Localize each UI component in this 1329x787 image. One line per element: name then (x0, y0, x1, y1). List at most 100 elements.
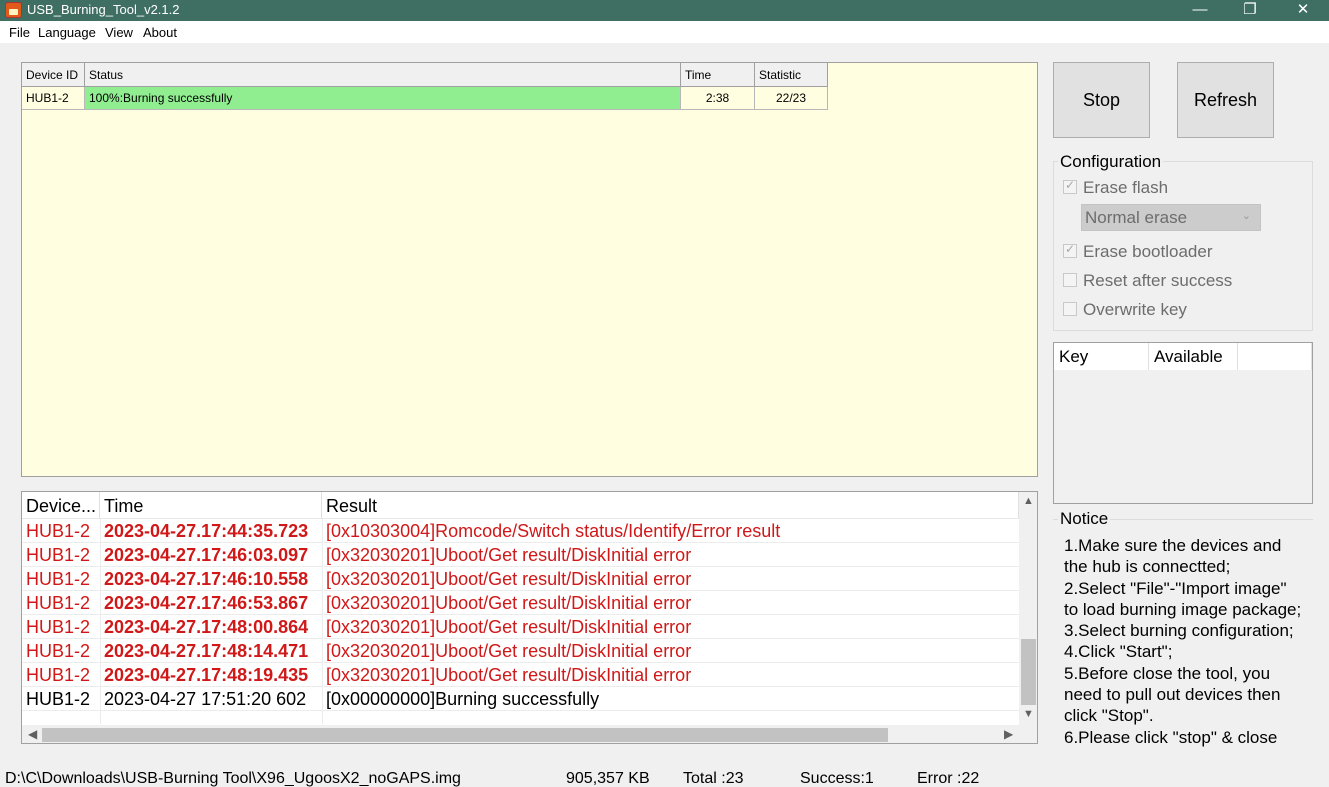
minimize-button[interactable]: — (1177, 0, 1223, 21)
log-row[interactable]: HUB1-2 2023-04-27.17:46:03.097 [0x320302… (22, 543, 1019, 567)
status-bar: D:\C\Downloads\USB-Burning Tool\X96_Ugoo… (0, 768, 1329, 787)
log-header-time[interactable]: Time (100, 492, 322, 519)
scroll-down-icon[interactable]: ▼ (1023, 708, 1034, 720)
window-title: USB_Burning_Tool_v2.1.2 (27, 2, 180, 17)
scroll-left-icon[interactable]: ◀ (28, 727, 37, 741)
log-device: HUB1-2 (26, 665, 91, 685)
notice-text: 1.Make sure the devices and the hub is c… (1064, 535, 1316, 748)
log-header-result[interactable]: Result (322, 492, 1019, 519)
notice-line: 3.Select burning configuration; (1064, 621, 1294, 641)
log-row[interactable]: HUB1-2 2023-04-27.17:44:35.723 [0x103030… (22, 519, 1019, 543)
device-time-cell[interactable]: 2:38 (681, 87, 755, 110)
reset-after-success-checkbox[interactable] (1063, 273, 1077, 287)
notice-line: 5.Before close the tool, you (1064, 663, 1271, 683)
total-count: Total :23 (683, 770, 744, 787)
log-device: HUB1-2 (26, 545, 91, 565)
column-header-device-id[interactable]: Device ID (22, 63, 85, 87)
notice-line: 4.Click "Start"; (1064, 642, 1173, 662)
log-result: [0x32030201]Uboot/Get result/DiskInitial… (326, 641, 692, 661)
log-time: 2023-04-27.17:46:53.867 (104, 593, 309, 613)
notice-line: to load burning image package; (1064, 599, 1302, 619)
success-count: Success:1 (800, 770, 874, 787)
menu-view[interactable]: View (105, 25, 133, 40)
log-device: HUB1-2 (26, 593, 91, 613)
log-result: [0x00000000]Burning successfully (326, 689, 600, 709)
notice-line: click "Stop". (1064, 706, 1154, 726)
log-header-device[interactable]: Device... (22, 492, 100, 519)
close-button[interactable]: ✕ (1280, 0, 1326, 21)
column-header-time[interactable]: Time (681, 63, 755, 87)
log-result: [0x32030201]Uboot/Get result/DiskInitial… (326, 593, 692, 613)
log-time: 2023-04-27.17:44:35.723 (104, 521, 309, 541)
erase-bootloader-label: Erase bootloader (1083, 242, 1213, 261)
log-result: [0x32030201]Uboot/Get result/DiskInitial… (326, 569, 692, 589)
log-time: 2023-04-27.17:48:14.471 (104, 641, 309, 661)
refresh-button[interactable]: Refresh (1177, 62, 1274, 138)
overwrite-key-checkbox[interactable] (1063, 302, 1077, 316)
scroll-right-icon[interactable]: ▶ (1004, 727, 1013, 741)
erase-flash-option[interactable]: Erase flash (1063, 178, 1168, 198)
chevron-down-icon: ⌄ (1241, 210, 1251, 222)
device-id-cell[interactable]: HUB1-2 (22, 87, 85, 110)
log-row[interactable]: HUB1-2 2023-04-27.17:46:53.867 [0x320302… (22, 591, 1019, 615)
overwrite-key-option[interactable]: Overwrite key (1063, 300, 1187, 320)
menu-file[interactable]: File (9, 25, 30, 40)
scroll-thumb[interactable] (1021, 639, 1036, 705)
column-header-statistic[interactable]: Statistic (755, 63, 828, 87)
key-column-header[interactable]: Key (1054, 343, 1149, 370)
erase-mode-value: Normal erase (1085, 208, 1188, 227)
title-bar: USB_Burning_Tool_v2.1.2 — ❐ ✕ (0, 0, 1329, 21)
app-icon (5, 2, 22, 18)
log-device: HUB1-2 (26, 569, 91, 589)
device-grid: Device ID Status Time Statistic HUB1-2 1… (21, 62, 1038, 477)
column-header-status[interactable]: Status (85, 63, 681, 87)
log-time: 2023-04-27 17:51:20 602 (104, 689, 307, 709)
log-row[interactable]: HUB1-2 2023-04-27.17:48:14.471 [0x320302… (22, 639, 1019, 663)
key-list[interactable]: Key Available (1053, 342, 1313, 504)
log-row[interactable]: HUB1-2 2023-04-27 17:51:20 602 [0x000000… (22, 687, 1019, 711)
notice-line: 1.Make sure the devices and (1064, 536, 1282, 555)
notice-line: need to pull out devices then (1064, 685, 1281, 705)
scroll-up-icon[interactable]: ▲ (1023, 495, 1034, 507)
notice-line: the hub is connectted; (1064, 557, 1231, 577)
horizontal-scrollbar[interactable]: ◀ ▶ (22, 725, 1019, 743)
log-result: [0x32030201]Uboot/Get result/DiskInitial… (326, 545, 692, 565)
stop-button[interactable]: Stop (1053, 62, 1150, 138)
erase-bootloader-checkbox[interactable] (1063, 242, 1077, 258)
image-path: D:\C\Downloads\USB-Burning Tool\X96_Ugoo… (5, 770, 461, 787)
erase-bootloader-option[interactable]: Erase bootloader (1063, 242, 1212, 262)
log-time: 2023-04-27.17:48:00.864 (104, 617, 309, 637)
reset-after-success-option[interactable]: Reset after success (1063, 271, 1232, 291)
log-row[interactable]: HUB1-2 2023-04-27.17:48:19.435 [0x320302… (22, 663, 1019, 687)
notice-line: 6.Please click "stop" & close (1064, 727, 1278, 747)
log-device: HUB1-2 (26, 617, 91, 637)
vertical-scrollbar[interactable]: ▲ ▼ (1019, 492, 1037, 725)
notice-title: Notice (1058, 509, 1111, 529)
menu-about[interactable]: About (143, 25, 177, 40)
log-list[interactable]: Device... Time Result HUB1-2 2023-04-27.… (21, 491, 1038, 744)
log-device: HUB1-2 (26, 689, 91, 709)
empty-column-header (1238, 343, 1312, 370)
log-row[interactable]: HUB1-2 2023-04-27.17:48:00.864 [0x320302… (22, 615, 1019, 639)
device-status-cell[interactable]: 100%:Burning successfully (85, 87, 681, 110)
erase-flash-checkbox[interactable] (1063, 178, 1077, 194)
image-size: 905,357 KB (566, 770, 650, 787)
erase-flash-label: Erase flash (1083, 178, 1169, 197)
log-result: [0x32030201]Uboot/Get result/DiskInitial… (326, 665, 692, 685)
log-time: 2023-04-27.17:46:10.558 (104, 569, 309, 589)
maximize-button[interactable]: ❐ (1227, 0, 1273, 21)
available-column-header[interactable]: Available (1149, 343, 1238, 370)
log-time: 2023-04-27.17:46:03.097 (104, 545, 309, 565)
scroll-thumb[interactable] (42, 728, 888, 742)
log-row[interactable]: HUB1-2 2023-04-27.17:46:10.558 [0x320302… (22, 567, 1019, 591)
log-device: HUB1-2 (26, 521, 91, 541)
menu-language[interactable]: Language (38, 25, 96, 40)
log-device: HUB1-2 (26, 641, 91, 661)
log-time: 2023-04-27.17:48:19.435 (104, 665, 309, 685)
notice-line: 2.Select "File"-"Import image" (1064, 578, 1287, 598)
log-result: [0x10303004]Romcode/Switch status/Identi… (326, 521, 781, 541)
configuration-title: Configuration (1058, 152, 1164, 172)
device-statistic-cell[interactable]: 22/23 (755, 87, 828, 110)
overwrite-key-label: Overwrite key (1083, 300, 1187, 319)
erase-mode-select[interactable]: Normal erase ⌄ (1081, 204, 1261, 231)
